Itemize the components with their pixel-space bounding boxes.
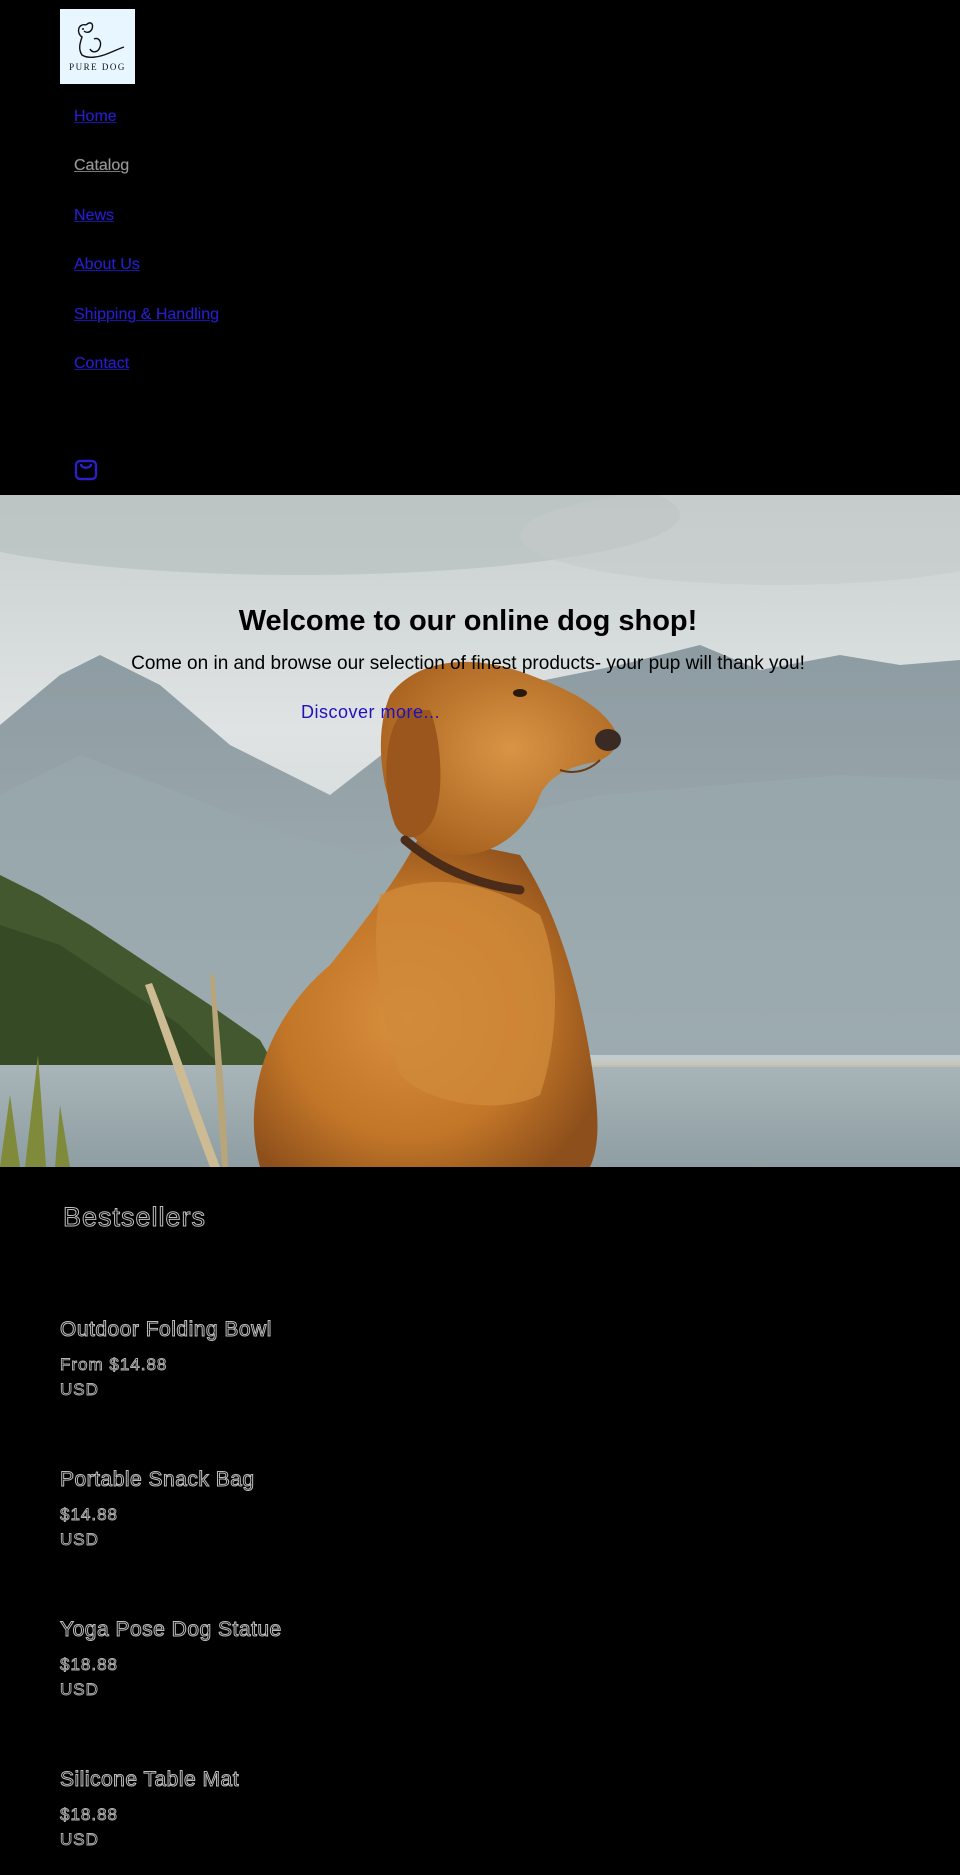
page: PURE DOG Home Catalog News About Us Ship…	[0, 0, 960, 1875]
hero-title: Welcome to our online dog shop!	[238, 605, 698, 637]
price-currency: USD	[60, 1530, 99, 1550]
nav-catalog[interactable]: Catalog	[74, 157, 129, 175]
bestsellers-heading: Bestsellers	[62, 1202, 207, 1233]
price-currency: USD	[60, 1830, 99, 1850]
product-price: $18.88 USD	[60, 1652, 282, 1702]
product-name[interactable]: Outdoor Folding Bowl	[60, 1318, 272, 1342]
site-header: PURE DOG Home Catalog News About Us Ship…	[0, 0, 960, 495]
product-name[interactable]: Yoga Pose Dog Statue	[60, 1618, 282, 1642]
discover-more-link[interactable]: Discover more...	[301, 702, 440, 723]
product-card[interactable]: Outdoor Folding Bowl From $14.88 USD	[60, 1318, 272, 1402]
product-name[interactable]: Silicone Table Mat	[59, 1768, 239, 1792]
product-price: $14.88 USD	[60, 1502, 255, 1552]
price-amount: From $14.88	[60, 1355, 168, 1375]
nav-shipping-handling[interactable]: Shipping & Handling	[74, 306, 219, 324]
price-currency: USD	[60, 1380, 99, 1400]
product-price: From $14.88 USD	[60, 1352, 272, 1402]
hero-dog-image	[0, 495, 960, 1167]
shopping-bag-icon	[74, 459, 98, 481]
hero-subtitle: Come on in and browse our selection of f…	[131, 653, 805, 674]
price-amount: $18.88	[60, 1805, 118, 1825]
product-name[interactable]: Portable Snack Bag	[60, 1468, 255, 1492]
logo[interactable]: PURE DOG	[60, 9, 135, 84]
nav-contact[interactable]: Contact	[74, 355, 129, 373]
price-amount: $18.88	[60, 1655, 118, 1675]
hero-banner: Welcome to our online dog shop! Come on …	[0, 495, 960, 1167]
logo-text: PURE DOG	[69, 62, 126, 72]
nav-about-us[interactable]: About Us	[74, 256, 140, 274]
product-card[interactable]: Portable Snack Bag $14.88 USD	[60, 1468, 255, 1552]
product-card[interactable]: Yoga Pose Dog Statue $18.88 USD	[60, 1618, 282, 1702]
price-currency: USD	[60, 1680, 99, 1700]
dog-logo-icon	[77, 22, 125, 58]
nav-news[interactable]: News	[74, 207, 114, 225]
product-card[interactable]: Silicone Table Mat $18.88 USD	[59, 1768, 239, 1852]
product-price: $18.88 USD	[60, 1802, 239, 1852]
cart-button[interactable]	[74, 455, 98, 481]
nav-home[interactable]: Home	[74, 108, 117, 126]
price-amount: $14.88	[60, 1505, 118, 1525]
